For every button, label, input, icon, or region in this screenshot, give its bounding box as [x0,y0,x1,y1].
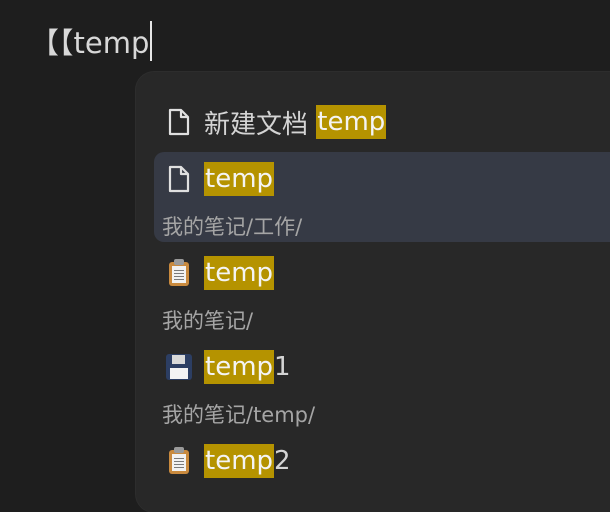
editor-typed-text: 【【temp [30,26,150,60]
suggestion-item[interactable]: temp 我的笔记/ [154,246,610,336]
suggestion-new-document[interactable]: 新建文档 temp [154,100,610,144]
new-document-prefix: 新建文档 [204,109,317,140]
suggestion-path: 我的笔记/工作/ [162,215,303,239]
floppy-disk-icon [166,352,192,382]
suggestion-title: temp 1 [204,350,291,384]
match-highlight: temp [316,105,387,139]
text-caret [150,21,153,61]
match-highlight: temp [204,162,275,196]
clipboard-icon [166,258,192,288]
link-suggestion-popup: 新建文档 temp temp 我的笔记/工作/ temp 我的笔记/ temp … [136,72,610,512]
file-icon [166,107,192,137]
new-document-label: 新建文档 temp [204,104,387,141]
match-highlight: temp [204,350,275,384]
title-suffix: 2 [274,446,291,476]
suggestion-path: 我的笔记/ [162,309,254,333]
suggestion-title: temp [204,162,275,196]
clipboard-icon [166,446,192,476]
title-suffix: 1 [274,352,291,382]
suggestion-title: temp [204,256,275,290]
match-highlight: temp [204,256,275,290]
suggestion-item[interactable]: temp 2 [154,434,610,494]
editor-text-line[interactable]: 【【temp [30,18,153,64]
suggestion-item[interactable]: temp 1 我的笔记/temp/ [154,340,610,430]
suggestion-item[interactable]: temp 我的笔记/工作/ [154,152,610,242]
match-highlight: temp [204,444,275,478]
suggestion-title: temp 2 [204,444,291,478]
suggestion-path: 我的笔记/temp/ [162,403,316,427]
file-icon [166,164,192,194]
